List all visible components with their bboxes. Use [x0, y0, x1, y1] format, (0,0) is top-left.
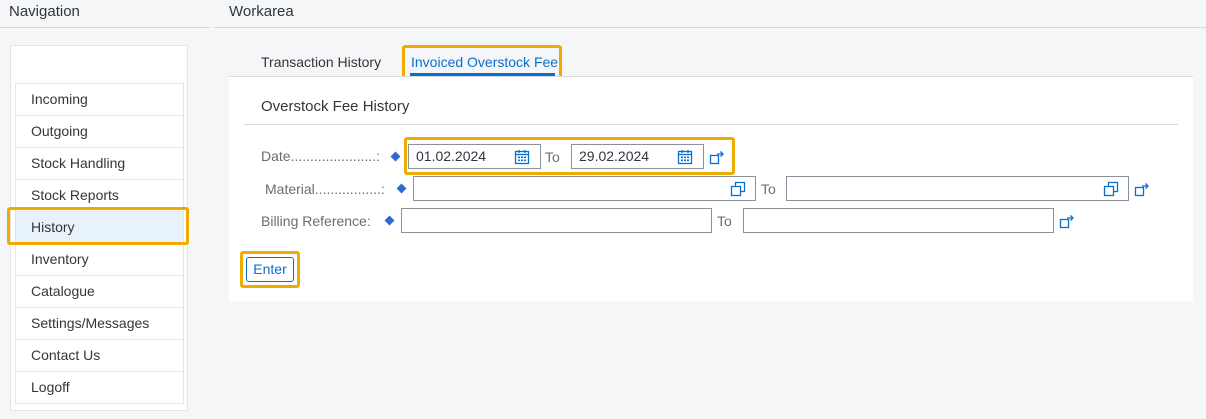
- date-to-label: To: [545, 149, 560, 165]
- value-help-icon[interactable]: [730, 181, 746, 197]
- multiple-selection-icon[interactable]: [709, 149, 725, 165]
- date-label: Date......................:: [261, 148, 381, 164]
- sidebar-item-stock-handling[interactable]: Stock Handling: [15, 147, 184, 180]
- sidebar-item-inventory[interactable]: Inventory: [15, 243, 184, 276]
- sidebar-item-contact-us[interactable]: Contact Us: [15, 339, 184, 372]
- material-from-input[interactable]: [413, 176, 756, 201]
- section-divider: [244, 124, 1178, 125]
- section-title: Overstock Fee History: [261, 98, 410, 115]
- billing-reference-from-input[interactable]: [401, 208, 712, 233]
- calendar-icon[interactable]: [677, 149, 693, 165]
- navigation-header: Navigation: [0, 0, 210, 28]
- tab-invoiced-overstock-fee[interactable]: Invoiced Overstock Fee: [411, 52, 558, 72]
- workarea-title: Workarea: [229, 3, 294, 20]
- navigation-title: Navigation: [9, 3, 80, 20]
- multiple-selection-icon[interactable]: [1059, 213, 1075, 229]
- sidebar-item-history[interactable]: History: [15, 211, 184, 244]
- sidebar-item-settings-messages[interactable]: Settings/Messages: [15, 307, 184, 340]
- value-help-icon[interactable]: [1103, 181, 1119, 197]
- billing-reference-to-input[interactable]: [743, 208, 1054, 233]
- enter-button[interactable]: Enter: [246, 257, 294, 282]
- material-to-input[interactable]: [786, 176, 1129, 201]
- material-to-label: To: [761, 181, 776, 197]
- tabbar-divider: [229, 76, 1193, 77]
- calendar-icon[interactable]: [514, 149, 530, 165]
- sidebar-item-logoff[interactable]: Logoff: [15, 371, 184, 404]
- date-to-value: 29.02.2024: [579, 148, 650, 164]
- multiple-selection-icon[interactable]: [1134, 181, 1150, 197]
- sidebar-item-incoming[interactable]: Incoming: [15, 83, 184, 116]
- workarea-header: Workarea: [214, 0, 1206, 28]
- billing-reference-label: Billing Reference:: [261, 213, 371, 229]
- billing-reference-to-label: To: [717, 213, 732, 229]
- material-label: Material.................:: [265, 181, 385, 197]
- tab-transaction-history[interactable]: Transaction History: [261, 52, 381, 72]
- sidebar-item-outgoing[interactable]: Outgoing: [15, 115, 184, 148]
- sidebar-item-catalogue[interactable]: Catalogue: [15, 275, 184, 308]
- date-from-value: 01.02.2024: [416, 148, 487, 164]
- sidebar-item-stock-reports[interactable]: Stock Reports: [15, 179, 184, 212]
